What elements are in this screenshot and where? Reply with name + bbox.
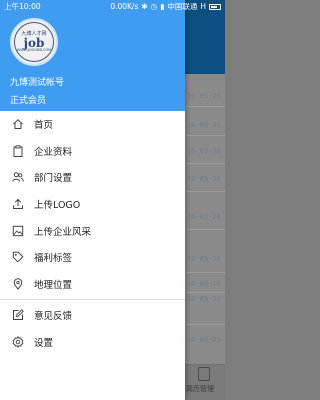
battery-icon <box>209 3 221 10</box>
menu-item-department-settings[interactable]: 部门设置 <box>0 164 185 191</box>
avatar-logo: 九博人才网 job WWW.JOOOBB.COM <box>14 22 54 62</box>
location-icon <box>12 278 24 290</box>
signal-icon: ▮ <box>160 2 165 11</box>
bluetooth-icon: ✱ <box>141 2 148 11</box>
background-divider <box>185 324 225 325</box>
background-divider <box>185 191 225 192</box>
home-icon <box>12 118 24 130</box>
avatar[interactable]: 九博人才网 job WWW.JOOOBB.COM <box>10 18 58 66</box>
image-icon <box>12 225 24 237</box>
menu-item-company-profile[interactable]: 企业资料 <box>0 138 185 165</box>
drawer-menu: 首页 企业资料 部门设置 上传LOGO 上传企业风采 福利标签 地理位置 意见反… <box>0 111 185 355</box>
alarm-icon: ◷ <box>150 2 158 11</box>
menu-item-welfare-tags[interactable]: 福利标签 <box>0 244 185 271</box>
menu-item-settings[interactable]: 设置 <box>0 329 185 356</box>
background-timestamp: 16-03-22 <box>187 295 221 303</box>
background-timestamp: 16-03-28 <box>187 92 221 100</box>
background-divider <box>185 163 225 164</box>
menu-label: 上传企业风采 <box>34 226 92 238</box>
avatar-logo-text: job <box>23 35 45 50</box>
menu-label: 上传LOGO <box>34 200 81 212</box>
menu-item-home[interactable]: 首页 <box>0 111 185 138</box>
status-bar: 上午10:00 0.00K/s ✱ ◷ ▮ 中国联通 H <box>0 0 225 13</box>
upload-icon <box>12 198 24 210</box>
status-time: 上午10:00 <box>4 2 41 11</box>
menu-label: 企业资料 <box>34 146 73 158</box>
menu-label: 首页 <box>34 120 54 132</box>
carrier-name: 中国联通 <box>167 2 198 11</box>
edit-icon <box>12 309 24 321</box>
tag-icon <box>12 251 24 263</box>
background-bottom-label: 简历管理 <box>186 385 214 393</box>
background-timestamp: 16-03-21 <box>187 336 221 344</box>
background-divider <box>185 229 225 230</box>
menu-item-upload-logo[interactable]: 上传LOGO <box>0 191 185 218</box>
network-speed: 0.00K/s <box>110 2 139 11</box>
menu-label: 意见反馈 <box>34 311 73 323</box>
background-divider <box>185 272 225 273</box>
account-name: 九博测试帐号 <box>10 78 65 88</box>
menu-item-upload-company-style[interactable]: 上传企业风采 <box>0 217 185 244</box>
status-right: 0.00K/s ✱ ◷ ▮ 中国联通 H <box>110 1 221 12</box>
gear-icon <box>12 336 24 349</box>
menu-divider <box>0 299 185 301</box>
menu-label: 福利标签 <box>34 253 73 265</box>
background-divider <box>185 292 225 293</box>
background-timestamp: 16-03-24 <box>187 213 221 221</box>
avatar-logo-url: WWW.JOOOBB.COM <box>16 47 52 52</box>
background-divider <box>185 106 225 107</box>
resume-icon <box>198 367 210 381</box>
drawer-header: 九博人才网 job WWW.JOOOBB.COM 九博测试帐号 正式会员 <box>0 0 185 111</box>
menu-label: 部门设置 <box>34 173 73 185</box>
people-icon <box>12 171 24 183</box>
clipboard-icon <box>12 145 24 157</box>
account-level: 正式会员 <box>10 96 47 106</box>
menu-item-feedback[interactable]: 意见反馈 <box>0 302 185 329</box>
menu-item-location[interactable]: 地理位置 <box>0 271 185 298</box>
menu-label: 设置 <box>34 338 54 350</box>
background-timestamp: 16-03-26 <box>187 175 221 183</box>
navigation-drawer: 九博人才网 job WWW.JOOOBB.COM 九博测试帐号 正式会员 首页 … <box>0 0 185 400</box>
background-timestamp: 16-03-18 <box>187 280 221 288</box>
menu-label: 地理位置 <box>34 279 73 291</box>
background-timestamp: 16-03-16 <box>187 255 221 263</box>
background-timestamp: 16-03-31 <box>187 121 221 129</box>
background-divider <box>185 135 225 136</box>
background-timestamp: 16-03-30 <box>187 147 221 155</box>
network-type: H <box>200 2 206 11</box>
